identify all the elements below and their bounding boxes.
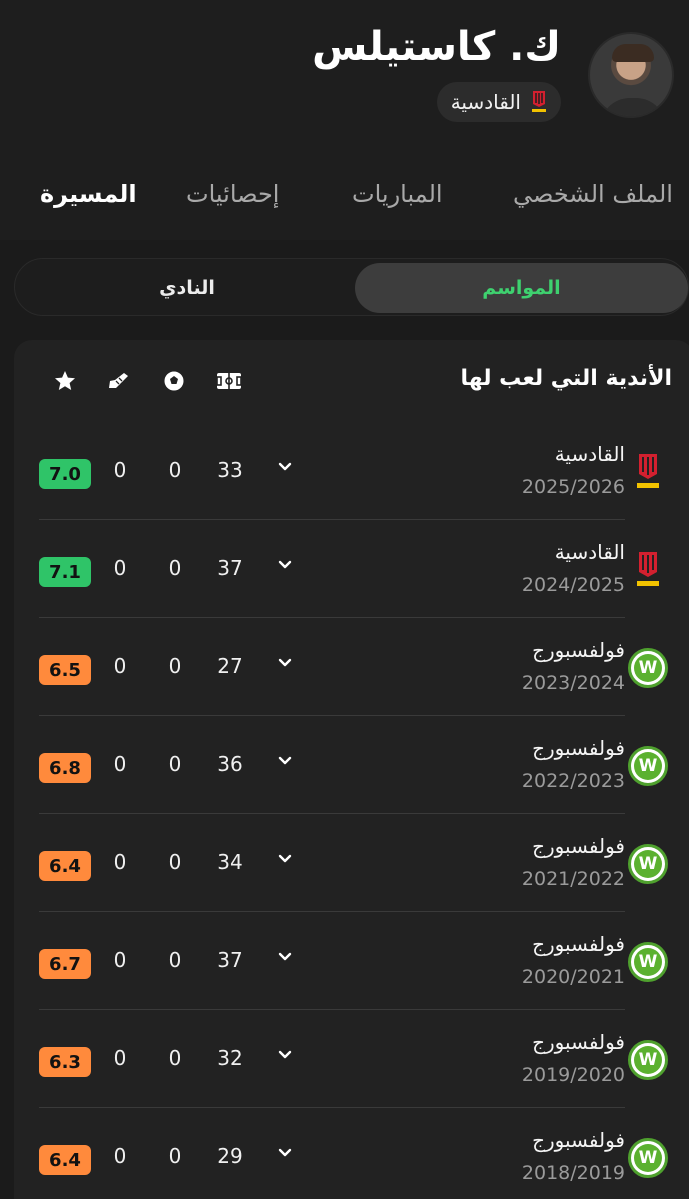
appearances-value: 36 bbox=[217, 752, 243, 776]
wolfsburg-logo-icon: W bbox=[628, 942, 668, 982]
season-label: 2024/2025 bbox=[521, 574, 625, 596]
qadsiah-logo-icon bbox=[628, 550, 668, 590]
assists-icon bbox=[104, 368, 134, 394]
clubs-played-card: الأندية التي لعب لها القادسية 2025/2026 … bbox=[14, 340, 689, 1199]
appearances-value: 33 bbox=[217, 458, 243, 482]
assists-value: 0 bbox=[113, 556, 127, 580]
rating-badge: 6.4 bbox=[39, 851, 91, 881]
season-label: 2022/2023 bbox=[521, 770, 625, 792]
season-row[interactable]: W فولفسبورج 2023/2024 27 0 0 6.5 bbox=[39, 618, 668, 716]
season-row[interactable]: W فولفسبورج 2021/2022 34 0 0 6.4 bbox=[39, 814, 668, 912]
player-avatar[interactable] bbox=[588, 32, 674, 118]
appearances-value: 34 bbox=[217, 850, 243, 874]
appearances-value: 27 bbox=[217, 654, 243, 678]
club-name: فولفسبورج bbox=[532, 736, 625, 760]
season-label: 2025/2026 bbox=[521, 476, 625, 498]
chevron-down-icon[interactable] bbox=[275, 946, 295, 966]
goals-value: 0 bbox=[168, 752, 182, 776]
chevron-down-icon[interactable] bbox=[275, 1044, 295, 1064]
goals-value: 0 bbox=[168, 458, 182, 482]
chevron-down-icon[interactable] bbox=[275, 456, 295, 476]
club-name: فولفسبورج bbox=[532, 1128, 625, 1152]
appearances-value: 37 bbox=[217, 556, 243, 580]
tab-profile[interactable]: الملف الشخصي bbox=[513, 180, 673, 208]
wolfsburg-logo-icon: W bbox=[628, 1138, 668, 1178]
goals-value: 0 bbox=[168, 1144, 182, 1168]
chevron-down-icon[interactable] bbox=[275, 848, 295, 868]
assists-value: 0 bbox=[113, 1144, 127, 1168]
rating-badge: 6.5 bbox=[39, 655, 91, 685]
season-row[interactable]: القادسية 2025/2026 33 0 0 7.0 bbox=[39, 422, 659, 520]
assists-value: 0 bbox=[113, 654, 127, 678]
season-label: 2018/2019 bbox=[521, 1162, 625, 1184]
avatar-hair bbox=[612, 44, 654, 62]
club-name: القادسية bbox=[554, 442, 625, 466]
wolfsburg-logo-icon: W bbox=[628, 844, 668, 884]
season-label: 2020/2021 bbox=[521, 966, 625, 988]
assists-value: 0 bbox=[113, 1046, 127, 1070]
tab-career[interactable]: المسيرة bbox=[40, 180, 137, 208]
goals-value: 0 bbox=[168, 1046, 182, 1070]
goals-value: 0 bbox=[168, 948, 182, 972]
goals-icon bbox=[159, 368, 189, 394]
season-label: 2023/2024 bbox=[521, 672, 625, 694]
clubs-card-title: الأندية التي لعب لها bbox=[460, 366, 672, 391]
career-view-toggle: المواسم النادي bbox=[14, 258, 689, 316]
tab-stats[interactable]: إحصائيات bbox=[186, 180, 279, 208]
current-club-chip[interactable]: القادسية bbox=[436, 82, 561, 122]
assists-value: 0 bbox=[113, 458, 127, 482]
appearances-icon bbox=[214, 368, 244, 394]
profile-tabs: الملف الشخصي المباريات إحصائيات المسيرة bbox=[0, 170, 689, 224]
club-name: فولفسبورج bbox=[532, 638, 625, 662]
season-label: 2019/2020 bbox=[521, 1064, 625, 1086]
player-header: ك. كاستيلس القادسية الملف الشخصي المباري… bbox=[0, 0, 689, 240]
rating-badge: 6.4 bbox=[39, 1145, 91, 1175]
appearances-value: 29 bbox=[217, 1144, 243, 1168]
season-label: 2021/2022 bbox=[521, 868, 625, 890]
club-toggle-button[interactable]: النادي bbox=[19, 263, 355, 313]
assists-value: 0 bbox=[113, 850, 127, 874]
player-name: ك. كاستيلس bbox=[312, 24, 561, 70]
appearances-value: 37 bbox=[217, 948, 243, 972]
goals-value: 0 bbox=[168, 556, 182, 580]
chevron-down-icon[interactable] bbox=[275, 1142, 295, 1162]
assists-value: 0 bbox=[113, 752, 127, 776]
rating-badge: 6.7 bbox=[39, 949, 91, 979]
rating-badge: 7.0 bbox=[39, 459, 91, 489]
assists-value: 0 bbox=[113, 948, 127, 972]
chevron-down-icon[interactable] bbox=[275, 554, 295, 574]
chevron-down-icon[interactable] bbox=[275, 750, 295, 770]
rating-badge: 6.3 bbox=[39, 1047, 91, 1077]
appearances-value: 32 bbox=[217, 1046, 243, 1070]
wolfsburg-logo-icon: W bbox=[628, 746, 668, 786]
tab-matches[interactable]: المباريات bbox=[352, 180, 443, 208]
seasons-toggle-button[interactable]: المواسم bbox=[355, 263, 688, 313]
season-row[interactable]: W فولفسبورج 2018/2019 29 0 0 6.4 bbox=[39, 1108, 668, 1199]
club-name: القادسية bbox=[554, 540, 625, 564]
rating-badge: 6.8 bbox=[39, 753, 91, 783]
current-club-label: القادسية bbox=[450, 90, 521, 114]
club-name: فولفسبورج bbox=[532, 932, 625, 956]
chevron-down-icon[interactable] bbox=[275, 652, 295, 672]
season-row[interactable]: W فولفسبورج 2020/2021 37 0 0 6.7 bbox=[39, 912, 668, 1010]
club-name: فولفسبورج bbox=[532, 834, 625, 858]
rating-star-icon bbox=[50, 368, 80, 394]
qadsiah-logo-icon bbox=[628, 452, 668, 492]
rating-badge: 7.1 bbox=[39, 557, 91, 587]
goals-value: 0 bbox=[168, 850, 182, 874]
goals-value: 0 bbox=[168, 654, 182, 678]
season-row[interactable]: W فولفسبورج 2022/2023 36 0 0 6.8 bbox=[39, 716, 668, 814]
wolfsburg-logo-icon: W bbox=[628, 648, 668, 688]
qadsiah-logo-icon bbox=[531, 90, 547, 114]
season-row[interactable]: القادسية 2024/2025 37 0 0 7.1 bbox=[39, 520, 659, 618]
wolfsburg-logo-icon: W bbox=[628, 1040, 668, 1080]
club-name: فولفسبورج bbox=[532, 1030, 625, 1054]
season-row[interactable]: W فولفسبورج 2019/2020 32 0 0 6.3 bbox=[39, 1010, 668, 1108]
avatar-shoulders bbox=[600, 98, 666, 116]
